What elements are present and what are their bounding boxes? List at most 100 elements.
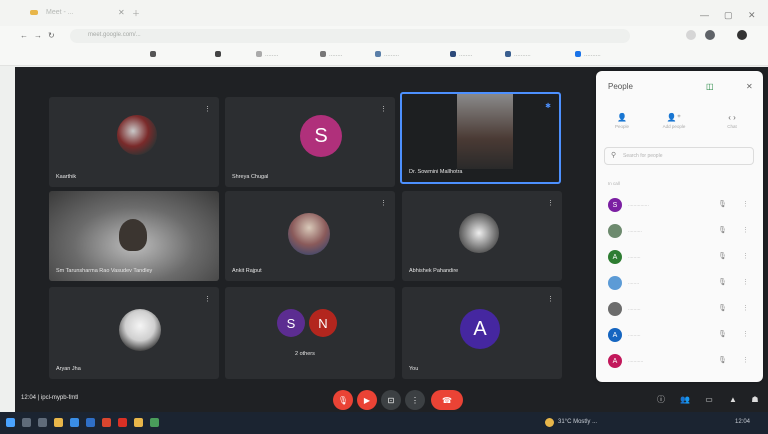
bookmark-item[interactable]: ........ xyxy=(450,51,472,58)
new-tab-icon[interactable]: ＋ xyxy=(132,8,140,19)
participant-photo xyxy=(119,309,161,351)
bookmark-item[interactable]: ........ xyxy=(256,51,278,58)
participant-row[interactable]: A ......... 🎙 ⋮ xyxy=(604,325,756,347)
search-icon: ⚲ xyxy=(611,152,617,159)
forward-icon[interactable]: → xyxy=(34,31,42,40)
mic-icon[interactable]: 🎙 xyxy=(718,278,727,286)
tab-add-people[interactable]: 👤⁺ Add people xyxy=(656,113,692,129)
panel-title: People xyxy=(608,82,633,91)
participant-tile[interactable]: ⋮ Aryan Jha xyxy=(49,287,219,379)
window-close-icon[interactable]: ✕ xyxy=(748,10,756,21)
participant-row[interactable]: A ......... 🎙 ⋮ xyxy=(604,247,756,269)
url-field[interactable] xyxy=(70,29,630,43)
activities-icon[interactable]: ▲ xyxy=(727,393,739,405)
participant-tile[interactable]: A ⋮ You xyxy=(402,287,562,379)
participant-name: Ankit Rajput xyxy=(232,268,262,274)
mic-icon[interactable]: 🎙 xyxy=(718,330,727,338)
bookmark-item[interactable]: .......... xyxy=(575,51,601,58)
participant-row[interactable]: ......... 🎙 ⋮ xyxy=(604,299,756,321)
minimize-icon[interactable]: — xyxy=(700,10,709,20)
mic-icon[interactable]: 🎙 xyxy=(718,226,727,234)
participant-avatar: A xyxy=(608,328,622,342)
bookmark-item[interactable]: ......... xyxy=(375,51,399,58)
participant-avatar xyxy=(608,302,622,316)
mic-icon[interactable]: 🎙 xyxy=(718,252,727,260)
bookmark-item[interactable] xyxy=(150,51,159,58)
participant-tile[interactable]: S N 2 others xyxy=(225,287,395,379)
tab-title[interactable]: Meet - ... xyxy=(46,9,74,16)
more-options-icon[interactable]: ⋮ xyxy=(742,200,749,208)
app-icon[interactable] xyxy=(134,418,143,427)
bookmark-item[interactable] xyxy=(215,51,224,58)
more-options-icon[interactable]: ⋮ xyxy=(742,304,749,312)
more-options-icon[interactable]: ⋮ xyxy=(742,252,749,260)
more-options-icon[interactable]: ⋮ xyxy=(405,390,425,410)
people-icon[interactable]: 👥 xyxy=(679,393,691,405)
participant-tile[interactable]: Sm Tarunsharma Rao Vasudev Tandley xyxy=(49,191,219,281)
participant-avatar xyxy=(608,276,622,290)
edge-icon[interactable] xyxy=(70,418,79,427)
mic-off-icon[interactable]: 🎙 xyxy=(333,390,353,410)
participant-tile[interactable]: ⋮ Abhishek Pahandire xyxy=(402,191,562,281)
more-options-icon[interactable]: ⋮ xyxy=(742,226,749,234)
more-options-icon[interactable]: ⋮ xyxy=(742,330,749,338)
participant-name: Sm Tarunsharma Rao Vasudev Tandley xyxy=(56,268,153,274)
more-options-icon[interactable]: ⋮ xyxy=(380,105,387,113)
tab-chat[interactable]: ‹ › Chat xyxy=(714,113,750,129)
participant-row[interactable]: .......... 🎙 ⋮ xyxy=(604,221,756,243)
more-options-icon[interactable]: ⋮ xyxy=(547,199,554,207)
reload-icon[interactable]: ↻ xyxy=(48,31,55,40)
info-icon[interactable]: ⓘ xyxy=(655,393,667,405)
camera-off-icon[interactable]: ▶ xyxy=(357,390,377,410)
maximize-icon[interactable]: ▢ xyxy=(724,10,733,21)
task-view-icon[interactable] xyxy=(38,418,47,427)
screenshot-frame: Meet - ... ✕ ＋ — ▢ ✕ ← → ↻ meet.google.c… xyxy=(0,0,768,434)
participant-row[interactable]: A ........... 🎙 ⋮ xyxy=(604,351,756,373)
menu-icon[interactable] xyxy=(737,30,747,40)
more-options-icon[interactable]: ⋮ xyxy=(204,295,211,303)
participant-photo xyxy=(459,213,499,253)
participant-tile[interactable]: ⋮ Kaarthik xyxy=(49,97,219,187)
chat-icon[interactable]: ▭ xyxy=(703,393,715,405)
more-options-icon[interactable]: ⋮ xyxy=(204,105,211,113)
mic-icon[interactable]: 🎙 xyxy=(718,200,727,208)
participant-tile[interactable]: S ⋮ Shreya Chugal xyxy=(225,97,395,187)
tab-people[interactable]: 👤 People xyxy=(604,113,640,129)
bookmark-item[interactable]: .......... xyxy=(505,51,531,58)
app-icon[interactable] xyxy=(150,418,159,427)
more-options-icon[interactable]: ⋮ xyxy=(742,356,749,364)
lock-icon[interactable]: ☗ xyxy=(749,393,761,405)
weather-text[interactable]: 31°C Mostly ... xyxy=(558,419,597,425)
url-text[interactable]: meet.google.com/... xyxy=(88,32,141,38)
bookmark-icon xyxy=(450,51,456,57)
word-icon[interactable] xyxy=(86,418,95,427)
powerpoint-icon[interactable] xyxy=(102,418,111,427)
more-options-icon[interactable]: ⋮ xyxy=(547,295,554,303)
close-panel-icon[interactable]: ✕ xyxy=(746,82,753,91)
more-options-icon[interactable]: ⋮ xyxy=(380,199,387,207)
file-explorer-icon[interactable] xyxy=(54,418,63,427)
tab-favicon xyxy=(30,10,38,15)
more-options-icon[interactable]: ⋮ xyxy=(742,278,749,286)
mic-icon[interactable]: 🎙 xyxy=(718,304,727,312)
search-icon[interactable] xyxy=(22,418,31,427)
participant-tile[interactable]: ⋮ Ankit Rajput xyxy=(225,191,395,281)
participant-photo xyxy=(117,115,157,155)
participant-row[interactable]: ........ 🎙 ⋮ xyxy=(604,273,756,295)
add-person-icon: 👤⁺ xyxy=(666,113,682,122)
clock[interactable]: 12:04 xyxy=(735,419,750,425)
profile-avatar[interactable] xyxy=(705,30,715,40)
start-icon[interactable] xyxy=(6,418,15,427)
present-screen-icon[interactable]: ⊡ xyxy=(381,390,401,410)
browser-tab-strip: Meet - ... ✕ ＋ — ▢ ✕ xyxy=(0,0,768,26)
chrome-icon[interactable] xyxy=(118,418,127,427)
close-tab-icon[interactable]: ✕ xyxy=(118,8,125,17)
back-icon[interactable]: ← xyxy=(20,31,28,40)
participant-row[interactable]: S ............... 🎙 ⋮ xyxy=(604,195,756,217)
mic-icon[interactable]: 🎙 xyxy=(718,356,727,364)
people-search-input[interactable]: ⚲ Search for people xyxy=(604,147,754,165)
bookmark-item[interactable]: ........ xyxy=(320,51,342,58)
extension-icon[interactable] xyxy=(686,30,696,40)
weather-icon[interactable] xyxy=(545,418,554,427)
end-call-icon[interactable]: ☎ xyxy=(431,390,463,410)
